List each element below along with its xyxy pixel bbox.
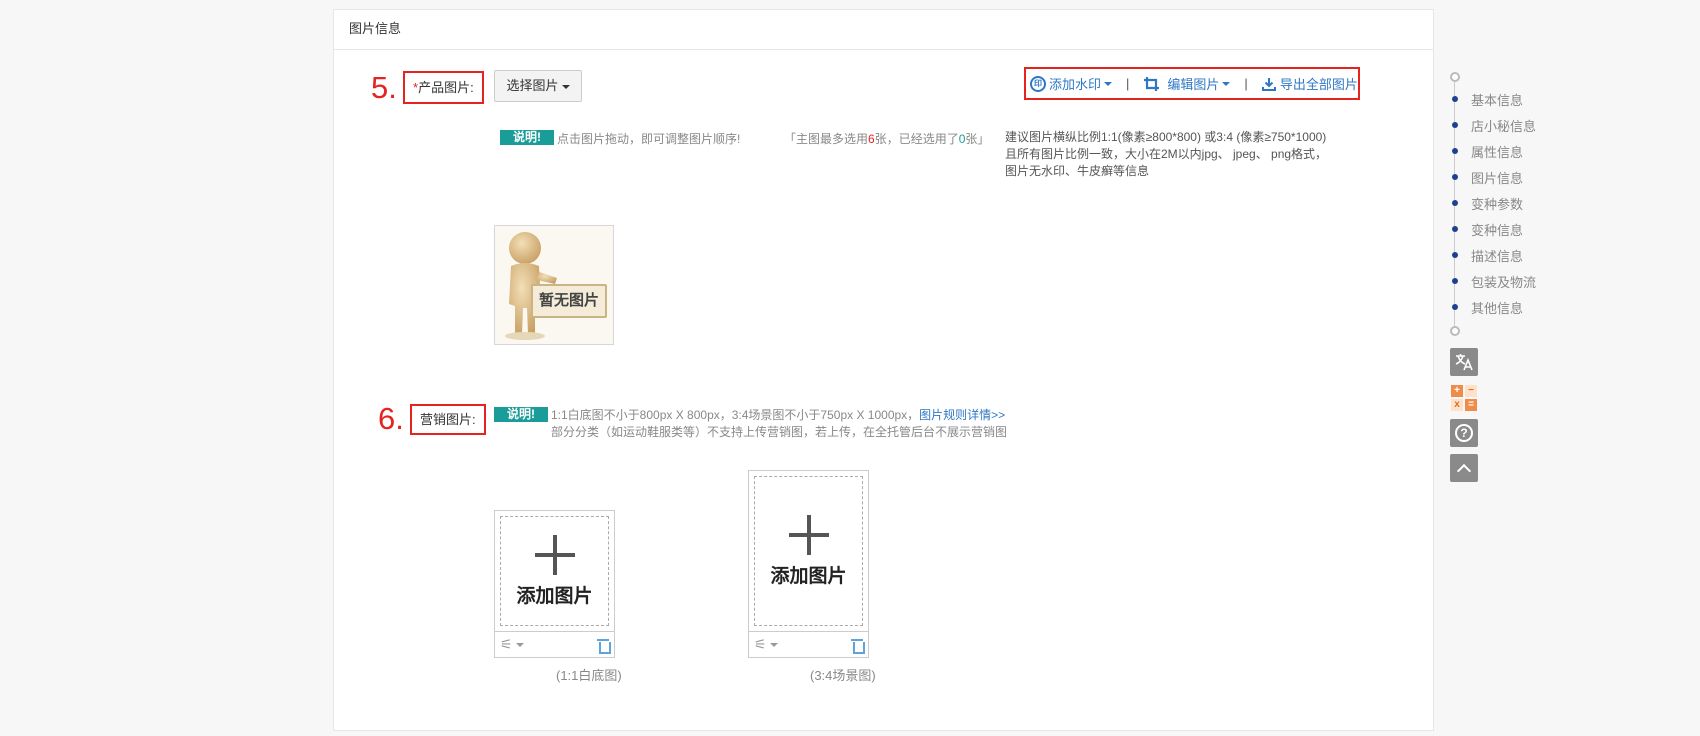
image-toolbar: 印 添加水印 | 编辑图片 | 导出全部图片 bbox=[1024, 67, 1360, 100]
upload-slot-footer: ⚟ bbox=[749, 631, 868, 657]
no-image-placeholder: 暂无图片 bbox=[494, 225, 614, 345]
add-image-button[interactable]: 添加图片 bbox=[500, 516, 609, 626]
nav-dot bbox=[1452, 148, 1458, 154]
back-to-top-button[interactable] bbox=[1450, 454, 1478, 482]
nav-start-marker bbox=[1450, 72, 1460, 82]
calculator-icon: + − x = bbox=[1451, 385, 1477, 411]
spec-line: 且所有图片比例一致，大小在2M以内jpg、 jpeg、 png格式， bbox=[1005, 147, 1328, 161]
calc-symbol: x bbox=[1451, 399, 1463, 411]
add-watermark-label: 添加水印 bbox=[1049, 77, 1102, 92]
upload-caption-portrait: (3:4场景图) bbox=[810, 668, 876, 683]
chevron-down-icon bbox=[1104, 81, 1113, 86]
add-image-label: 添加图片 bbox=[770, 565, 847, 587]
select-images-button[interactable]: 选择图片 bbox=[494, 70, 582, 102]
plus-icon bbox=[788, 514, 829, 555]
upload-caption-square: (1:1白底图) bbox=[556, 668, 622, 683]
nav-item-label: 包装及物流 bbox=[1471, 274, 1537, 290]
add-watermark-button[interactable]: 印 添加水印 bbox=[1030, 74, 1113, 93]
calc-symbol: − bbox=[1465, 385, 1477, 397]
spec-line: 建议图片横纵比例1:1(像素≥800*800) 或3:4 (像素≥750*100… bbox=[1005, 130, 1327, 144]
step-number-6: 6. bbox=[378, 401, 404, 436]
nav-dot bbox=[1452, 96, 1458, 102]
marketing-note-badge: 说明! bbox=[494, 407, 548, 422]
nav-item-label: 描述信息 bbox=[1471, 248, 1524, 264]
nav-item-label: 店小秘信息 bbox=[1471, 118, 1537, 134]
product-note-badge: 说明! bbox=[500, 130, 554, 145]
max-count: 6 bbox=[868, 132, 875, 146]
export-all-images-label: 导出全部图片 bbox=[1279, 77, 1358, 92]
count-suffix: 张」 bbox=[965, 132, 990, 146]
image-rules-link[interactable]: 图片规则详情>> bbox=[919, 408, 1005, 422]
add-image-button[interactable]: 添加图片 bbox=[754, 476, 863, 626]
toolbar-separator: | bbox=[1244, 76, 1248, 91]
nav-item-packaging[interactable]: 包装及物流 bbox=[1450, 271, 1536, 291]
nav-dot bbox=[1452, 200, 1458, 206]
nav-item-variant-info[interactable]: 变种信息 bbox=[1450, 219, 1523, 239]
nav-item-variant-params[interactable]: 变种参数 bbox=[1450, 193, 1523, 213]
nav-item-label: 变种信息 bbox=[1471, 222, 1524, 238]
nav-dot bbox=[1452, 278, 1458, 284]
translate-button[interactable] bbox=[1450, 348, 1478, 376]
calc-symbol: + bbox=[1451, 385, 1463, 397]
nav-item-label: 基本信息 bbox=[1471, 92, 1524, 108]
nav-item-description[interactable]: 描述信息 bbox=[1450, 245, 1523, 265]
calculator-button[interactable]: + − x = bbox=[1450, 384, 1478, 412]
nav-dot bbox=[1452, 122, 1458, 128]
marketing-images-label: 营销图片: bbox=[410, 404, 486, 435]
nav-dot bbox=[1452, 226, 1458, 232]
chevron-down-icon bbox=[1222, 81, 1231, 86]
translate-icon bbox=[1455, 354, 1473, 371]
nav-item-images[interactable]: 图片信息 bbox=[1450, 167, 1523, 187]
nav-dot bbox=[1452, 304, 1458, 310]
nav-item-store-info[interactable]: 店小秘信息 bbox=[1450, 115, 1536, 135]
plus-icon bbox=[534, 534, 575, 575]
nav-dot bbox=[1452, 174, 1458, 180]
magic-wand-icon[interactable]: ⚟ bbox=[754, 636, 778, 653]
upload-slot-square: 添加图片 ⚟ bbox=[494, 510, 615, 658]
watermark-icon: 印 bbox=[1030, 75, 1046, 92]
edit-images-label: 编辑图片 bbox=[1167, 77, 1220, 92]
help-icon: ? bbox=[1455, 424, 1473, 442]
marketing-note-text: 1:1白底图不小于800px X 800px，3:4场景图不小于750px X … bbox=[551, 407, 1007, 441]
chevron-down-icon bbox=[561, 84, 570, 89]
nav-dot bbox=[1452, 252, 1458, 258]
upload-slot-footer: ⚟ bbox=[495, 631, 614, 657]
image-count-text: 「主图最多选用6张，已经选用了0张」 bbox=[784, 130, 989, 147]
marketing-note-line: 1:1白底图不小于800px X 800px，3:4场景图不小于750px X … bbox=[551, 408, 920, 422]
back-to-top-icon bbox=[1456, 463, 1472, 478]
magic-wand-icon[interactable]: ⚟ bbox=[500, 636, 524, 653]
add-image-label: 添加图片 bbox=[516, 585, 593, 607]
export-all-images-button[interactable]: 导出全部图片 bbox=[1261, 74, 1358, 93]
count-middle: 张，已经选用了 bbox=[874, 132, 959, 146]
nav-item-label: 图片信息 bbox=[1471, 170, 1524, 186]
product-images-label-text: 产品图片: bbox=[418, 80, 474, 95]
marketing-note-line: 部分分类（如运动鞋服类等）不支持上传营销图，若上传，在全托管后台不展示营销图 bbox=[551, 425, 1008, 439]
nav-end-marker bbox=[1450, 326, 1460, 336]
nav-item-other[interactable]: 其他信息 bbox=[1450, 297, 1523, 317]
image-spec-text: 建议图片横纵比例1:1(像素≥800*800) 或3:4 (像素≥750*100… bbox=[1005, 129, 1327, 180]
trash-icon[interactable] bbox=[597, 638, 611, 654]
step-number-5: 5. bbox=[371, 70, 397, 105]
nav-item-label: 变种参数 bbox=[1471, 196, 1524, 212]
nav-item-basic-info[interactable]: 基本信息 bbox=[1450, 89, 1523, 109]
panel-title: 图片信息 bbox=[334, 10, 1433, 50]
nav-item-attributes[interactable]: 属性信息 bbox=[1450, 141, 1523, 161]
crop-icon bbox=[1144, 76, 1160, 91]
upload-slot-portrait: 添加图片 ⚟ bbox=[748, 470, 869, 658]
calc-symbol: = bbox=[1465, 399, 1477, 411]
download-icon bbox=[1261, 77, 1276, 91]
no-image-caption: 暂无图片 bbox=[531, 284, 607, 318]
nav-item-label: 属性信息 bbox=[1471, 144, 1524, 160]
nav-item-label: 其他信息 bbox=[1471, 300, 1524, 316]
toolbar-separator: | bbox=[1126, 76, 1130, 91]
product-images-label: *产品图片: bbox=[403, 71, 484, 104]
drag-hint-text: 点击图片拖动，即可调整图片顺序! bbox=[557, 132, 741, 146]
edit-images-button[interactable]: 编辑图片 bbox=[1143, 74, 1231, 93]
select-images-label: 选择图片 bbox=[506, 78, 559, 93]
count-prefix: 「主图最多选用 bbox=[784, 132, 869, 146]
help-button[interactable]: ? bbox=[1450, 419, 1478, 447]
trash-icon[interactable] bbox=[851, 638, 865, 654]
spec-line: 图片无水印、牛皮癣等信息 bbox=[1005, 164, 1150, 178]
